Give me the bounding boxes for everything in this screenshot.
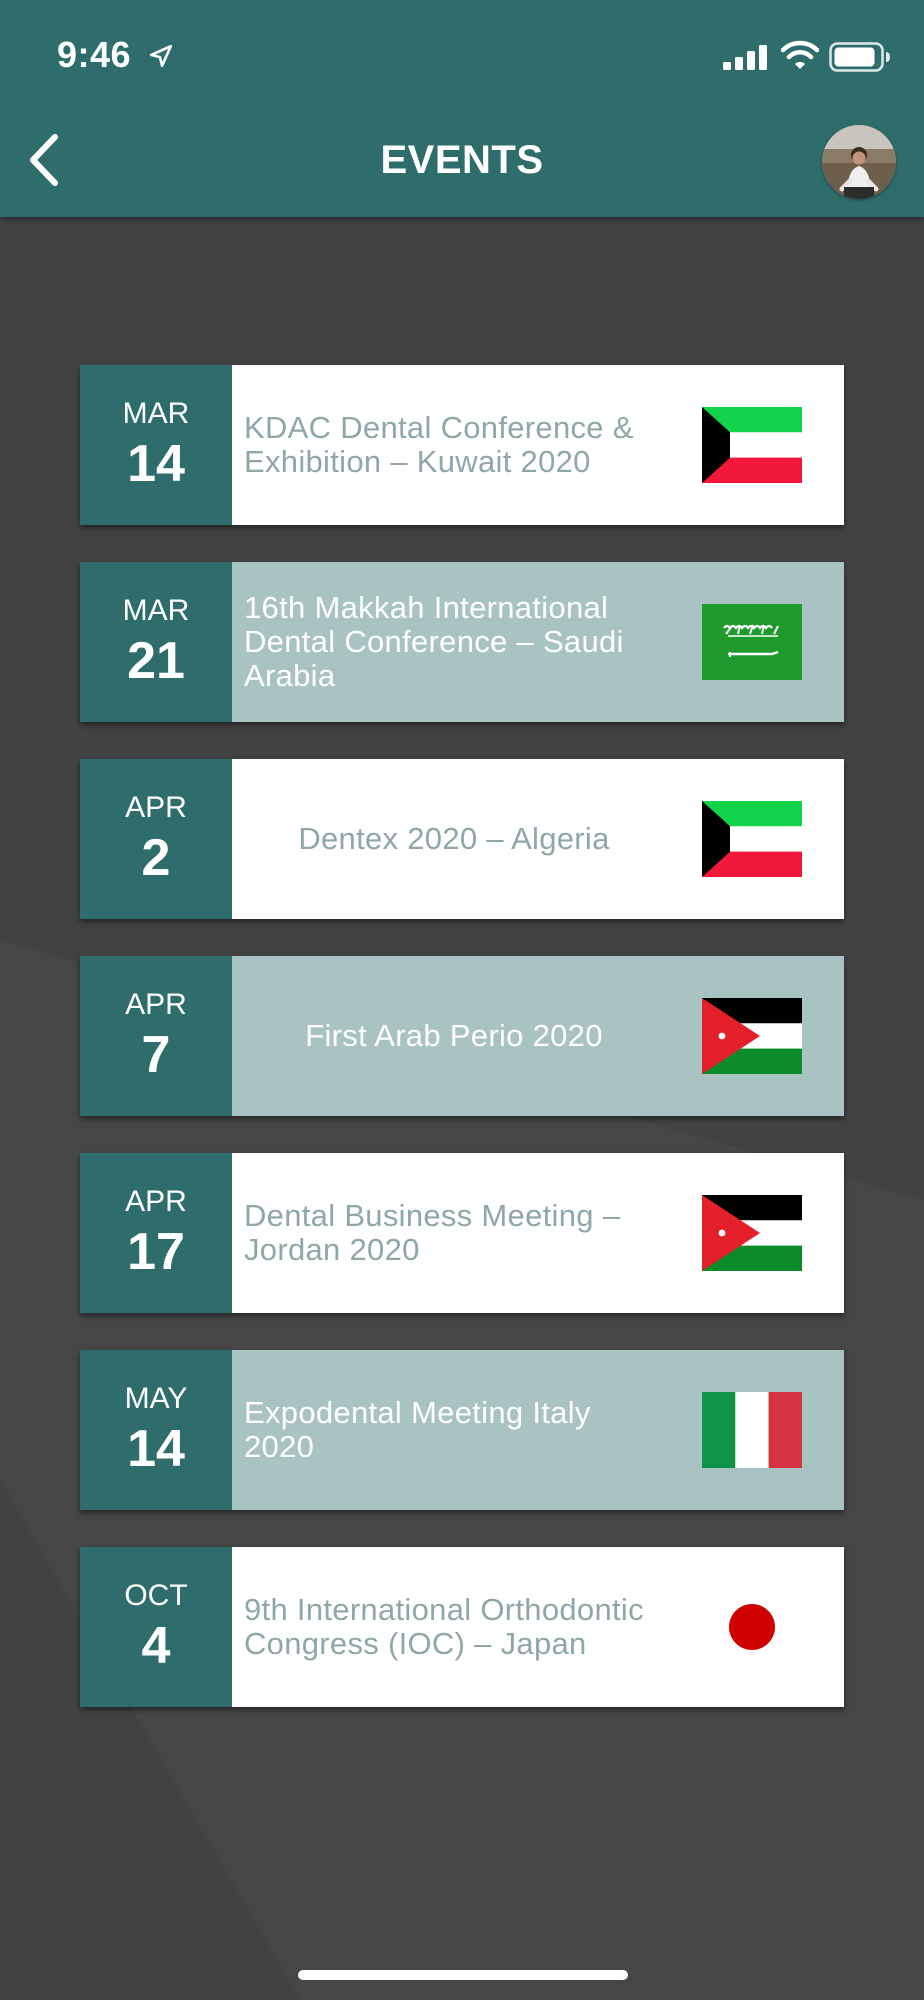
cellular-signal-icon bbox=[723, 45, 767, 70]
location-arrow-icon bbox=[149, 44, 173, 68]
italy-flag-icon bbox=[702, 1392, 802, 1468]
event-day: 21 bbox=[127, 632, 185, 690]
event-title: KDAC Dental Conference & Exhibition – Ku… bbox=[244, 410, 634, 479]
home-indicator[interactable] bbox=[298, 1970, 628, 1980]
event-month: MAR bbox=[122, 397, 190, 430]
battery-icon bbox=[829, 42, 890, 72]
avatar[interactable] bbox=[822, 125, 896, 199]
event-day: 7 bbox=[141, 1026, 171, 1084]
japan-flag-icon bbox=[702, 1589, 802, 1665]
jordan-flag-icon bbox=[702, 1195, 802, 1271]
event-card[interactable]: APR 17 Dental Business Meeting – Jordan … bbox=[80, 1153, 844, 1313]
date-block: APR 17 bbox=[80, 1153, 232, 1313]
event-body: Dentex 2020 – Algeria bbox=[232, 759, 844, 919]
event-title: 16th Makkah International Dental Confere… bbox=[244, 590, 624, 693]
event-month: APR bbox=[125, 791, 187, 824]
event-card[interactable]: MAR 14 KDAC Dental Conference & Exhibiti… bbox=[80, 365, 844, 525]
event-card[interactable]: APR 2 Dentex 2020 – Algeria bbox=[80, 759, 844, 919]
event-body: KDAC Dental Conference & Exhibition – Ku… bbox=[232, 365, 844, 525]
event-body: Dental Business Meeting – Jordan 2020 bbox=[232, 1153, 844, 1313]
event-month: MAY bbox=[124, 1382, 188, 1415]
event-body: 16th Makkah International Dental Confere… bbox=[232, 562, 844, 722]
event-card[interactable]: APR 7 First Arab Perio 2020 bbox=[80, 956, 844, 1116]
event-title: 9th International Orthodontic Congress (… bbox=[244, 1592, 644, 1661]
date-block: APR 7 bbox=[80, 956, 232, 1116]
date-block: MAR 14 bbox=[80, 365, 232, 525]
date-block: OCT 4 bbox=[80, 1547, 232, 1707]
event-card[interactable]: MAR 21 16th Makkah International Dental … bbox=[80, 562, 844, 722]
event-body: First Arab Perio 2020 bbox=[232, 956, 844, 1116]
date-block: APR 2 bbox=[80, 759, 232, 919]
event-body: Expodental Meeting Italy 2020 bbox=[232, 1350, 844, 1510]
event-title: Dentex 2020 – Algeria bbox=[298, 821, 610, 856]
date-block: MAY 14 bbox=[80, 1350, 232, 1510]
date-block: MAR 21 bbox=[80, 562, 232, 722]
event-month: APR bbox=[125, 988, 187, 1021]
event-day: 14 bbox=[127, 1420, 185, 1478]
event-month: OCT bbox=[124, 1579, 188, 1612]
user-photo bbox=[822, 125, 896, 199]
wifi-icon bbox=[781, 40, 819, 69]
event-card[interactable]: OCT 4 9th International Orthodontic Cong… bbox=[80, 1547, 844, 1707]
page-title: EVENTS bbox=[380, 138, 544, 182]
kuwait-flag-icon bbox=[702, 407, 802, 483]
app-header: 9:46 EVENTS bbox=[0, 0, 924, 217]
event-title: First Arab Perio 2020 bbox=[305, 1018, 603, 1053]
event-title: Dental Business Meeting – Jordan 2020 bbox=[244, 1198, 621, 1267]
event-day: 2 bbox=[141, 829, 171, 887]
status-time: 9:46 bbox=[57, 34, 132, 75]
event-title: Expodental Meeting Italy 2020 bbox=[244, 1395, 591, 1464]
event-month: APR bbox=[125, 1185, 187, 1218]
event-month: MAR bbox=[122, 594, 190, 627]
jordan-flag-icon bbox=[702, 998, 802, 1074]
event-day: 14 bbox=[127, 435, 185, 493]
kuwait-flag-icon bbox=[702, 801, 802, 877]
event-card[interactable]: MAY 14 Expodental Meeting Italy 2020 bbox=[80, 1350, 844, 1510]
event-day: 17 bbox=[127, 1223, 185, 1281]
event-body: 9th International Orthodontic Congress (… bbox=[232, 1547, 844, 1707]
event-day: 4 bbox=[141, 1617, 171, 1675]
saudi-arabia-flag-icon bbox=[702, 604, 802, 680]
